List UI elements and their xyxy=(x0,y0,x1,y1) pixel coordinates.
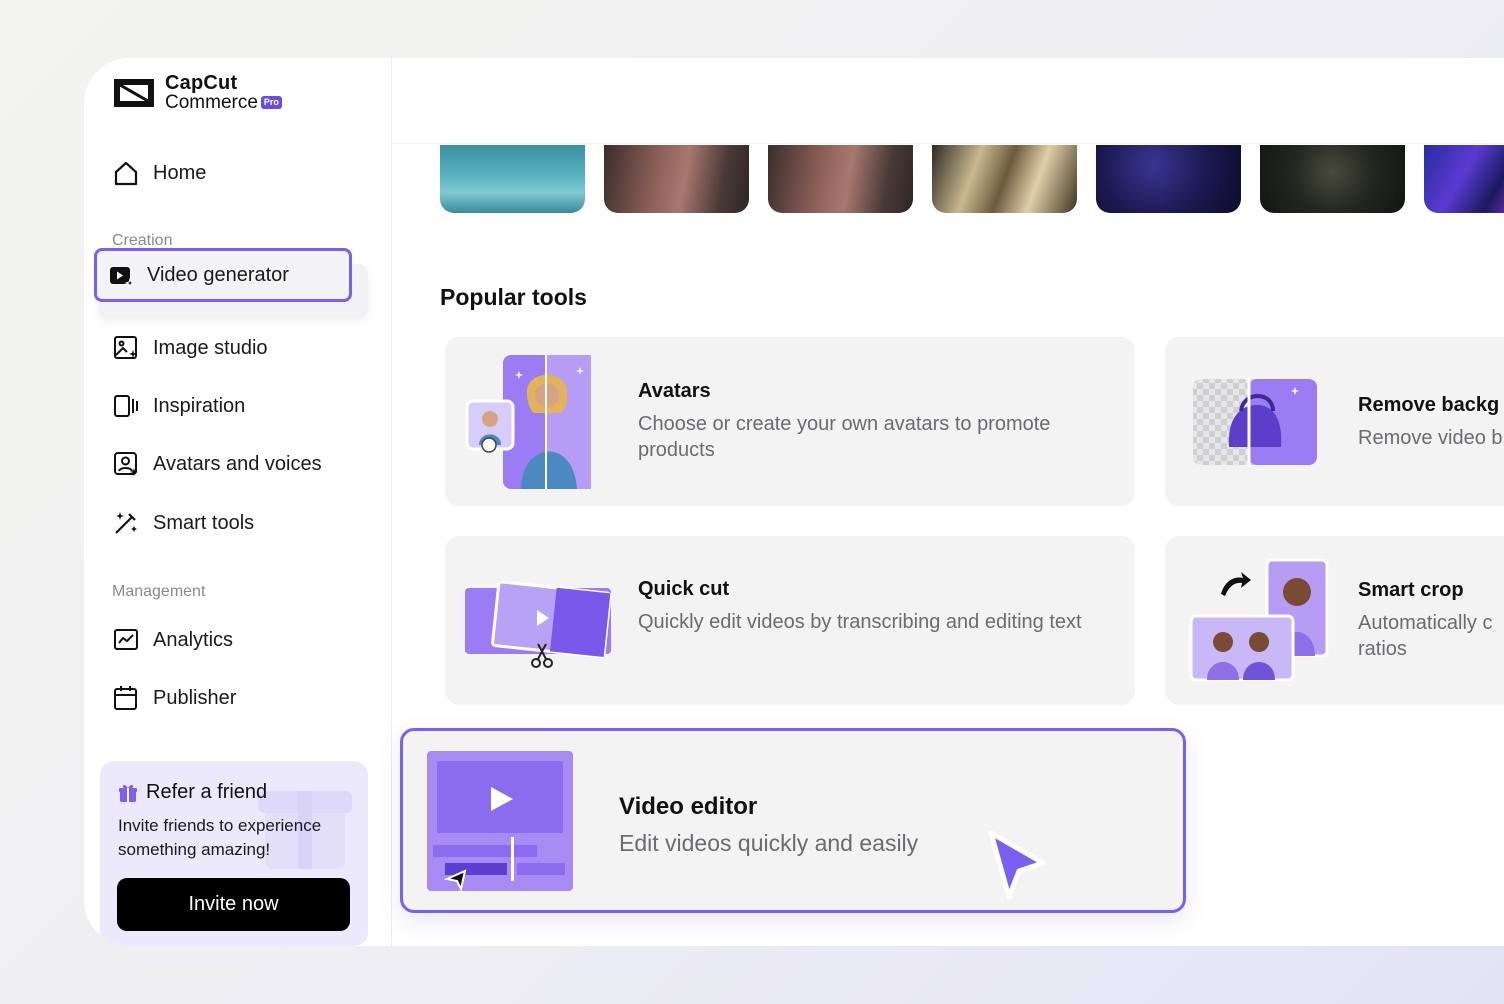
app-window: CapCut Commerce Pro Home Creation Video … xyxy=(84,58,1504,946)
tool-desc-quick-cut: Quickly edit videos by transcribing and … xyxy=(638,611,1082,633)
image-studio-icon xyxy=(114,336,137,359)
template-thumbnail[interactable] xyxy=(1096,145,1241,213)
nav-smart-tools[interactable]: Smart tools xyxy=(112,508,254,538)
tool-desc-smart-crop: Automatically c ratios xyxy=(1358,612,1493,660)
nav-home[interactable]: Home xyxy=(112,158,206,188)
nav-analytics[interactable]: Analytics xyxy=(112,625,233,655)
remove-background-illustration-icon xyxy=(1193,377,1317,467)
gift-icon xyxy=(119,784,137,802)
tool-name-quick-cut: Quick cut xyxy=(638,578,730,600)
tool-card-avatars[interactable]: Avatars Choose or create your own avatar… xyxy=(445,337,1135,506)
tool-card-video-editor[interactable]: Video editor Edit videos quickly and eas… xyxy=(400,728,1186,913)
tool-desc-avatars: Choose or create your own avatars to pro… xyxy=(638,413,1051,461)
nav-inspiration-label: Inspiration xyxy=(153,394,246,417)
video-editor-illustration-icon xyxy=(427,751,573,892)
nav-publisher[interactable]: Publisher xyxy=(112,683,236,713)
nav-smart-tools-label: Smart tools xyxy=(153,511,255,534)
magic-wand-icon xyxy=(115,512,137,534)
template-thumbnail[interactable] xyxy=(440,145,585,213)
tool-name-smart-crop: Smart crop xyxy=(1358,579,1464,601)
template-thumbnail[interactable] xyxy=(1424,145,1504,213)
home-icon xyxy=(114,161,138,186)
nav-image-studio-label: Image studio xyxy=(153,336,268,359)
nav-image-studio[interactable]: Image studio xyxy=(112,333,268,363)
section-management: Management xyxy=(112,583,206,600)
inspiration-icon xyxy=(114,395,138,417)
sidebar: CapCut Commerce Pro Home Creation Video … xyxy=(84,58,392,946)
nav-avatars-voices[interactable]: Avatars and voices xyxy=(112,449,322,479)
template-thumbnail[interactable] xyxy=(604,145,749,213)
pro-badge: Pro xyxy=(260,96,282,109)
nav-video-generator[interactable]: Video generator xyxy=(94,248,352,302)
nav-home-label: Home xyxy=(153,161,207,184)
tool-card-smart-crop[interactable]: Smart crop Automatically c ratios xyxy=(1165,536,1504,705)
invite-now-button[interactable]: Invite now xyxy=(117,878,350,931)
nav-publisher-label: Publisher xyxy=(153,686,237,709)
cursor-pointer-icon xyxy=(988,830,1046,900)
main-header xyxy=(392,58,1504,144)
avatars-illustration-icon xyxy=(465,355,591,489)
tool-name-video-editor: Video editor xyxy=(619,793,758,820)
smart-crop-illustration-icon xyxy=(1189,558,1329,682)
nav-avatars-voices-label: Avatars and voices xyxy=(153,452,322,475)
calendar-icon xyxy=(114,686,137,710)
quick-cut-illustration-icon xyxy=(465,582,612,668)
avatars-voices-icon xyxy=(114,452,138,476)
nav-analytics-label: Analytics xyxy=(153,628,234,651)
tool-desc-remove-background: Remove video b xyxy=(1358,427,1503,449)
brand-line1: CapCut xyxy=(165,72,238,94)
tool-desc-video-editor: Edit videos quickly and easily xyxy=(619,830,919,856)
template-thumbnail[interactable] xyxy=(768,145,913,213)
refer-card: Refer a friend Invite friends to experie… xyxy=(100,761,368,946)
nav-inspiration[interactable]: Inspiration xyxy=(112,391,245,421)
tool-card-remove-background[interactable]: Remove backg Remove video b xyxy=(1165,337,1504,506)
popular-tools-heading: Popular tools xyxy=(440,284,587,310)
analytics-icon xyxy=(114,629,138,650)
tool-name-remove-background: Remove backg xyxy=(1358,394,1500,416)
nav-video-generator-label: Video generator xyxy=(147,263,289,286)
video-generator-icon xyxy=(110,266,135,289)
template-thumbnail[interactable] xyxy=(1260,145,1405,213)
tool-card-quick-cut[interactable]: Quick cut Quickly edit videos by transcr… xyxy=(445,536,1135,705)
capcut-logo-icon xyxy=(114,79,154,107)
template-thumbnail[interactable] xyxy=(932,145,1077,213)
brand-logo[interactable]: CapCut Commerce Pro xyxy=(111,72,282,113)
tool-name-avatars: Avatars xyxy=(638,380,711,402)
refer-description: Invite friends to experience something a… xyxy=(118,816,322,859)
refer-title: Refer a friend xyxy=(146,781,268,803)
brand-line2: Commerce xyxy=(165,92,258,113)
